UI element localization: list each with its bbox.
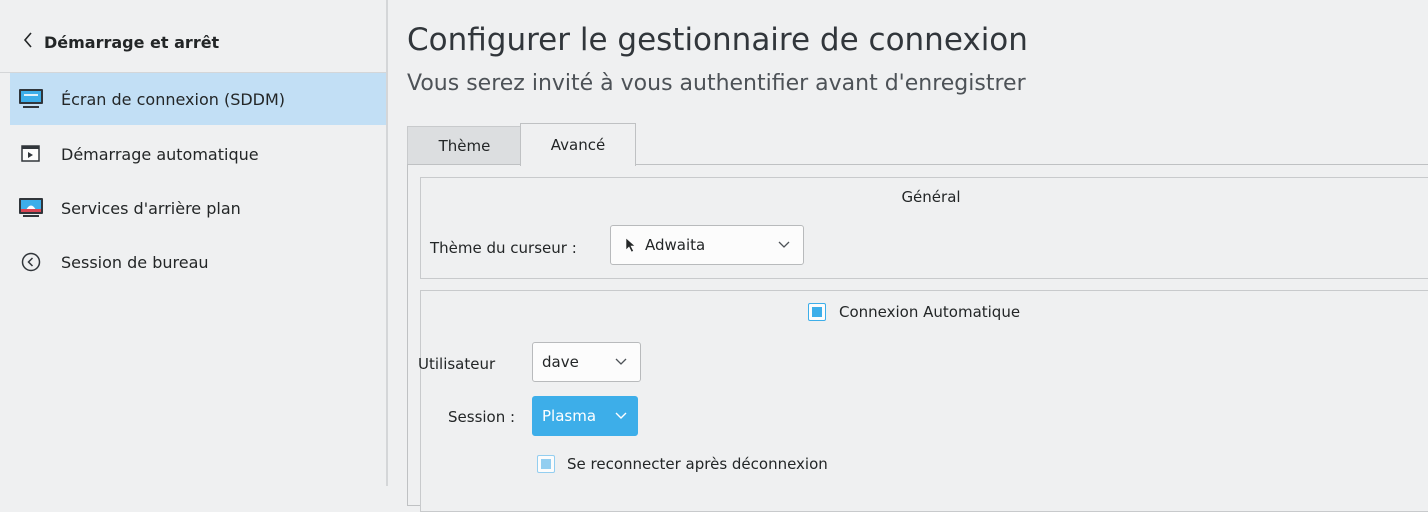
session-combo[interactable]: Plasma — [532, 396, 638, 436]
user-value: dave — [542, 353, 579, 371]
sidebar-item-login-screen[interactable]: Écran de connexion (SDDM) — [10, 73, 386, 125]
tab-label: Thème — [438, 137, 491, 155]
autologin-checkbox[interactable] — [808, 303, 826, 321]
sidebar-item-label: Services d'arrière plan — [61, 198, 241, 218]
relogin-checkbox[interactable] — [537, 455, 555, 473]
chevron-down-icon — [614, 354, 628, 368]
back-label: Démarrage et arrêt — [44, 32, 220, 52]
relogin-label: Se reconnecter après déconnexion — [567, 455, 828, 473]
sidebar-item-desktop-session[interactable]: Session de bureau — [10, 236, 386, 288]
session-label: Session : — [448, 408, 516, 426]
sidebar-item-label: Session de bureau — [61, 252, 209, 272]
cursor-theme-label: Thème du curseur : — [430, 239, 577, 257]
chevron-down-icon — [614, 408, 628, 422]
user-combo[interactable]: dave — [532, 342, 641, 382]
sidebar-item-label: Écran de connexion (SDDM) — [61, 89, 286, 109]
sidebar-item-autostart[interactable]: Démarrage automatique — [10, 128, 386, 180]
autostart-icon — [18, 143, 44, 165]
general-groupbox: Général Thème du curseur : Adwaita — [420, 177, 1428, 279]
general-title: Général — [901, 188, 961, 206]
cursor-theme-combo[interactable]: Adwaita — [610, 225, 804, 265]
page-subtitle: Vous serez invité à vous authentifier av… — [407, 71, 1026, 96]
cursor-arrow-icon — [625, 237, 637, 253]
background-services-icon — [18, 197, 44, 219]
tab-label: Avancé — [550, 136, 606, 154]
sidebar-item-label: Démarrage automatique — [61, 144, 259, 164]
checkbox-fill — [541, 459, 551, 469]
tab-advanced[interactable]: Avancé — [520, 123, 636, 166]
autologin-groupbox: Connexion Automatique Utilisateur dave S… — [418, 290, 1428, 512]
chevron-down-icon — [777, 237, 791, 251]
monitor-icon — [18, 88, 44, 110]
back-button[interactable]: Démarrage et arrêt — [0, 12, 386, 73]
tab-theme[interactable]: Thème — [407, 126, 522, 165]
desktop-session-icon — [18, 251, 44, 273]
user-label: Utilisateur — [418, 355, 496, 373]
chevron-left-icon — [22, 30, 42, 54]
sidebar-item-background-services[interactable]: Services d'arrière plan — [10, 182, 386, 234]
tab-panel: Général Thème du curseur : Adwaita Conne… — [407, 164, 1428, 512]
cursor-theme-value: Adwaita — [645, 236, 706, 254]
main-content: Configurer le gestionnaire de connexion … — [388, 0, 1428, 512]
autologin-label: Connexion Automatique — [839, 303, 1021, 321]
sidebar: Démarrage et arrêt Écran de connexion (S… — [0, 0, 388, 486]
checkbox-fill — [812, 307, 822, 317]
page-title: Configurer le gestionnaire de connexion — [407, 22, 1028, 58]
session-value: Plasma — [542, 407, 597, 425]
